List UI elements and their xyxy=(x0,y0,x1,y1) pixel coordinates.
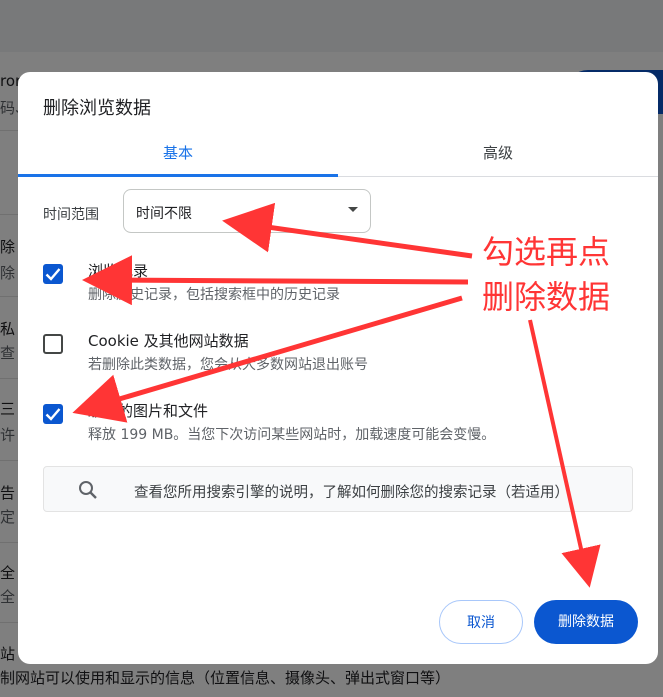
arrow-to-browsing-history xyxy=(82,255,469,306)
arrow-to-cached-files xyxy=(72,295,463,423)
annotation-text-line1: 勾选再点 xyxy=(482,233,611,271)
annotation-text-line2: 删除数据 xyxy=(482,278,611,316)
arrow-to-delete-button xyxy=(528,319,601,588)
arrow-to-time-range xyxy=(222,202,473,259)
annotation-arrows xyxy=(72,202,601,588)
